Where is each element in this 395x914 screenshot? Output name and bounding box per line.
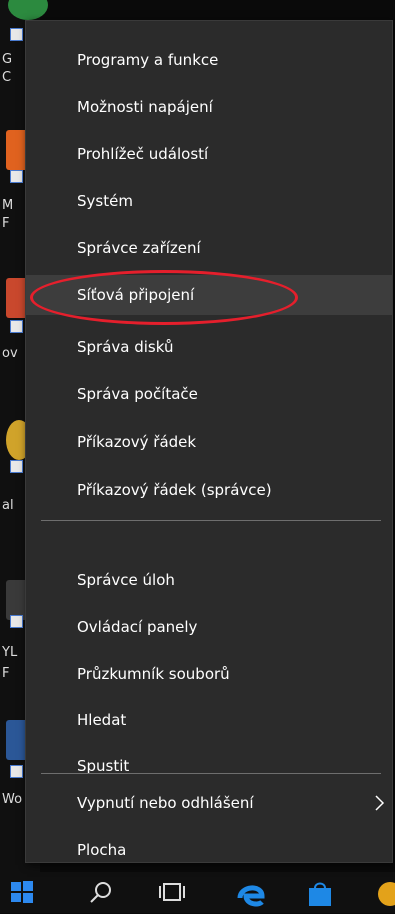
menu-item-command-prompt[interactable]: Příkazový řádek — [26, 422, 392, 462]
app-icon[interactable] — [372, 880, 395, 910]
menu-item-label: Průzkumník souborů — [77, 665, 230, 683]
shortcut-arrow-icon — [10, 765, 23, 778]
chevron-right-icon — [372, 783, 386, 823]
winx-context-menu: Programy a funkce Možnosti napájení Proh… — [25, 20, 393, 863]
menu-item-search[interactable]: Hledat — [26, 700, 392, 740]
menu-item-system[interactable]: Systém — [26, 181, 392, 221]
menu-item-label: Možnosti napájení — [77, 98, 213, 116]
desktop-icon-label: F — [2, 666, 10, 681]
shortcut-arrow-icon — [10, 28, 23, 41]
menu-item-label: Vypnutí nebo odhlášení — [77, 794, 254, 812]
menu-item-device-manager[interactable]: Správce zařízení — [26, 228, 392, 268]
menu-item-label: Hledat — [77, 711, 127, 729]
menu-item-desktop[interactable]: Plocha — [26, 830, 392, 870]
store-icon[interactable] — [306, 880, 336, 910]
menu-item-label: Programy a funkce — [77, 51, 219, 69]
desktop-icon-label: al — [2, 498, 14, 513]
desktop-icon-label: YL — [2, 645, 18, 660]
menu-item-label: Správce úloh — [77, 571, 175, 589]
menu-item-label: Plocha — [77, 841, 127, 859]
menu-item-label: Systém — [77, 192, 133, 210]
menu-item-label: Správa disků — [77, 338, 174, 356]
desktop-icon-label: F — [2, 216, 10, 231]
menu-item-label: Správa počítače — [77, 385, 198, 403]
menu-item-command-prompt-admin[interactable]: Příkazový řádek (správce) — [26, 470, 392, 510]
taskbar — [0, 872, 395, 913]
menu-item-task-manager[interactable]: Správce úloh — [26, 560, 392, 600]
desktop-icon-label: G — [2, 52, 13, 67]
menu-item-control-panel[interactable]: Ovládací panely — [26, 607, 392, 647]
menu-item-programs-features[interactable]: Programy a funkce — [26, 40, 392, 80]
desktop-icon-label: M — [2, 198, 14, 213]
search-icon[interactable] — [88, 880, 118, 910]
menu-item-file-explorer[interactable]: Průzkumník souborů — [26, 654, 392, 694]
shortcut-arrow-icon — [10, 460, 23, 473]
desktop-icon-label: Wo — [2, 792, 23, 807]
shortcut-arrow-icon — [10, 615, 23, 628]
menu-item-computer-management[interactable]: Správa počítače — [26, 374, 392, 414]
chrome-icon[interactable] — [8, 0, 48, 20]
shortcut-arrow-icon — [10, 320, 23, 333]
shortcut-arrow-icon — [10, 170, 23, 183]
edge-browser-icon[interactable] — [236, 880, 266, 910]
desktop-icon-label: ov — [2, 346, 18, 361]
menu-item-power-options[interactable]: Možnosti napájení — [26, 87, 392, 127]
menu-item-network-connections[interactable]: Síťová připojení — [26, 275, 392, 315]
windows-start-icon[interactable] — [10, 880, 40, 910]
menu-item-label: Příkazový řádek (správce) — [77, 481, 272, 499]
menu-item-shutdown-signout[interactable]: Vypnutí nebo odhlášení — [26, 783, 392, 823]
menu-item-event-viewer[interactable]: Prohlížeč událostí — [26, 134, 392, 174]
menu-item-label: Prohlížeč událostí — [77, 145, 209, 163]
menu-item-label: Síťová připojení — [77, 286, 195, 304]
menu-item-label: Správce zařízení — [77, 239, 201, 257]
menu-item-run[interactable]: Spustit — [26, 746, 392, 786]
desktop-icon-label: C — [2, 70, 12, 85]
menu-separator — [41, 520, 381, 521]
menu-item-label: Ovládací panely — [77, 618, 198, 636]
menu-item-label: Příkazový řádek — [77, 433, 197, 451]
menu-item-disk-management[interactable]: Správa disků — [26, 327, 392, 367]
task-view-icon[interactable] — [158, 880, 188, 910]
menu-separator — [41, 773, 381, 774]
